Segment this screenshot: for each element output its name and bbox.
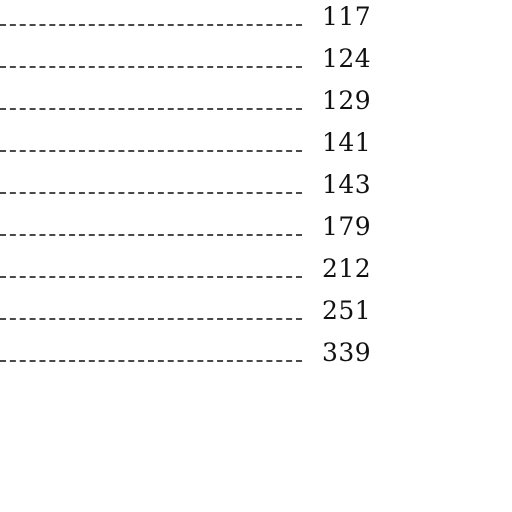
page-number: 339 — [322, 338, 372, 367]
toc-entry: 117 — [0, 0, 400, 42]
toc-entry: 251 — [0, 294, 400, 336]
page-number: 179 — [322, 212, 372, 241]
page-number: 143 — [322, 170, 372, 199]
toc-entry: 141 — [0, 126, 400, 168]
dot-leader — [0, 66, 302, 68]
page-number: 212 — [322, 254, 372, 283]
page-number: 117 — [322, 2, 372, 31]
dot-leader — [0, 234, 302, 236]
dot-leader — [0, 108, 302, 110]
dot-leader — [0, 24, 302, 26]
dot-leader — [0, 276, 302, 278]
dot-leader — [0, 150, 302, 152]
page-number: 251 — [322, 296, 372, 325]
toc-entry: 339 — [0, 336, 400, 378]
toc-entry: 179 — [0, 210, 400, 252]
toc-entry: 129 — [0, 84, 400, 126]
dot-leader — [0, 360, 302, 362]
page-number: 141 — [322, 128, 372, 157]
page-number: 124 — [322, 44, 372, 73]
toc-entry: 143 — [0, 168, 400, 210]
page-number: 129 — [322, 86, 372, 115]
dot-leader — [0, 318, 302, 320]
dot-leader — [0, 192, 302, 194]
toc-entry: 124 — [0, 42, 400, 84]
document-page: 117 124 129 141 143 179 212 251 339 — [0, 0, 512, 512]
toc-entry: 212 — [0, 252, 400, 294]
